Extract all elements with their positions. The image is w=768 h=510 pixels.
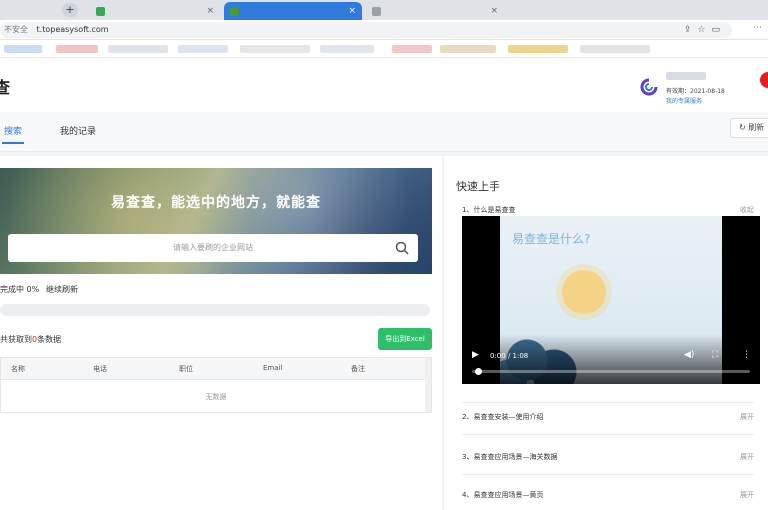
extensions-icon[interactable]: ⋯ (753, 23, 762, 33)
video-seek-bar[interactable] (472, 370, 750, 373)
close-icon[interactable]: × (490, 2, 498, 20)
reading-list-icon[interactable]: ▭ (711, 25, 726, 35)
guide-item-toggle[interactable]: 展开 (740, 412, 754, 422)
tab-my-records[interactable]: 我的记录 (60, 124, 96, 137)
star-icon[interactable]: ☆ (697, 25, 711, 35)
video-time: 0:00 / 1:08 (490, 352, 529, 360)
results-table: 名称 电话 职位 Email 备注 无数据 (0, 357, 432, 413)
result-count-prefix: 共获取到 (0, 335, 32, 344)
address-bar: 不安全 t.topeasysoft.com ⇪☆▭ ⋯ (0, 20, 768, 40)
column-header-email[interactable]: Email (263, 364, 282, 372)
browser-tab-active[interactable]: × (224, 2, 362, 20)
refresh-label: 刷新 (748, 123, 765, 132)
search-icon[interactable] (394, 240, 410, 256)
tab-search[interactable]: 搜索 (4, 124, 22, 137)
bookmarks-bar (0, 40, 768, 58)
guide-item[interactable]: 3、易查查应用场景—海关数据 展开 (462, 452, 754, 462)
share-icon[interactable]: ⇪ (684, 25, 698, 35)
bookmark-item[interactable] (320, 45, 374, 53)
empty-state: 无数据 (205, 393, 227, 401)
tab-favicon-icon (96, 7, 105, 16)
refresh-button[interactable]: ↻ 刷新 (730, 118, 768, 138)
company-search-input[interactable]: 请输入要刷的企业网站 (8, 234, 418, 262)
divider (462, 434, 754, 435)
video-controls: ▶ 0:00 / 1:08 ◀) ⛶ ⋮ (462, 346, 760, 370)
column-header-phone[interactable]: 电话 (93, 364, 107, 374)
fullscreen-icon[interactable]: ⛶ (712, 350, 718, 360)
close-icon[interactable]: × (348, 2, 356, 20)
column-header-name[interactable]: 名称 (11, 364, 25, 374)
guide-item-toggle[interactable]: 收起 (740, 205, 754, 215)
table-header: 名称 电话 职位 Email 备注 (1, 358, 431, 380)
guide-item[interactable]: 4、易查查应用场景—黄页 展开 (462, 490, 754, 500)
bookmark-item[interactable] (240, 45, 310, 53)
column-header-position[interactable]: 职位 (179, 364, 193, 374)
bookmark-item[interactable] (108, 45, 168, 53)
url-field[interactable]: 不安全 t.topeasysoft.com ⇪☆▭ (0, 22, 732, 38)
more-options-icon[interactable]: ⋮ (742, 350, 751, 360)
play-icon[interactable]: ▶ (472, 350, 479, 360)
progress-bar (0, 304, 430, 316)
column-header-remark[interactable]: 备注 (351, 364, 365, 374)
guide-item-toggle[interactable]: 展开 (740, 452, 754, 462)
browser-tab[interactable]: × (366, 2, 504, 20)
account-name (666, 72, 706, 80)
bookmark-item[interactable] (392, 45, 432, 53)
quick-start-title: 快速上手 (456, 180, 500, 193)
tutorial-video-player[interactable]: 易查查是什么? ▶ 0:00 / 1:08 ◀) ⛶ ⋮ (462, 216, 760, 384)
guide-item-label: 4、易查查应用场景—黄页 (462, 491, 544, 499)
account-service-link[interactable]: 我的专属服务 (666, 96, 702, 105)
video-seek-handle[interactable] (474, 368, 482, 375)
guide-item-label: 2、易查查安装—使用介绍 (462, 413, 544, 421)
lightbulb-icon (562, 270, 606, 314)
sub-navigation: 搜索 我的记录 (0, 112, 768, 152)
guide-item-label: 3、易查查应用场景—海关数据 (462, 453, 558, 461)
tab-favicon-icon (230, 7, 239, 16)
result-count: 共获取到0条数据 (0, 334, 61, 345)
guide-item[interactable]: 2、易查查安装—使用介绍 展开 (462, 412, 754, 422)
browser-tab[interactable]: × (90, 2, 220, 20)
table-scrollbar[interactable] (425, 358, 431, 412)
security-indicator[interactable]: 不安全 (4, 25, 28, 34)
bookmark-item[interactable] (580, 45, 650, 53)
account-expiry: 有效期：2021-08-18 (666, 88, 725, 95)
guide-item-toggle[interactable]: 展开 (740, 490, 754, 500)
bookmark-item[interactable] (178, 45, 228, 53)
export-excel-button[interactable]: 导出到Excel (378, 328, 432, 350)
app-logo[interactable]: 查 (0, 74, 10, 98)
divider (462, 402, 754, 403)
continue-refresh-link[interactable]: 继续刷新 (46, 284, 78, 295)
volume-icon[interactable]: ◀) (684, 350, 694, 360)
guide-item[interactable]: 1、什么是易查查 收起 (462, 205, 754, 215)
progress-status: 完成中 0% (0, 285, 40, 294)
new-tab-button[interactable]: + (62, 3, 78, 17)
bookmark-item[interactable] (56, 45, 98, 53)
url-text: t.topeasysoft.com (36, 25, 109, 34)
bookmark-item[interactable] (508, 45, 568, 53)
url-actions: ⇪☆▭ (684, 22, 726, 38)
hero-title: 易查查，能选中的地方，就能查 (111, 195, 321, 211)
close-icon[interactable]: × (206, 2, 214, 20)
tab-favicon-icon (372, 7, 381, 16)
bookmark-item[interactable] (440, 45, 496, 53)
divider (462, 474, 754, 475)
video-frame-title: 易查查是什么? (512, 232, 591, 246)
bookmark-item[interactable] (4, 45, 42, 53)
result-count-suffix: 条数据 (37, 335, 62, 344)
guide-item-label: 1、什么是易查查 (462, 206, 516, 214)
active-tab-indicator (2, 142, 24, 144)
refresh-icon: ↻ (739, 123, 746, 132)
brand-logo-icon (640, 78, 658, 96)
browser-tab-strip: × × × + (0, 0, 768, 20)
